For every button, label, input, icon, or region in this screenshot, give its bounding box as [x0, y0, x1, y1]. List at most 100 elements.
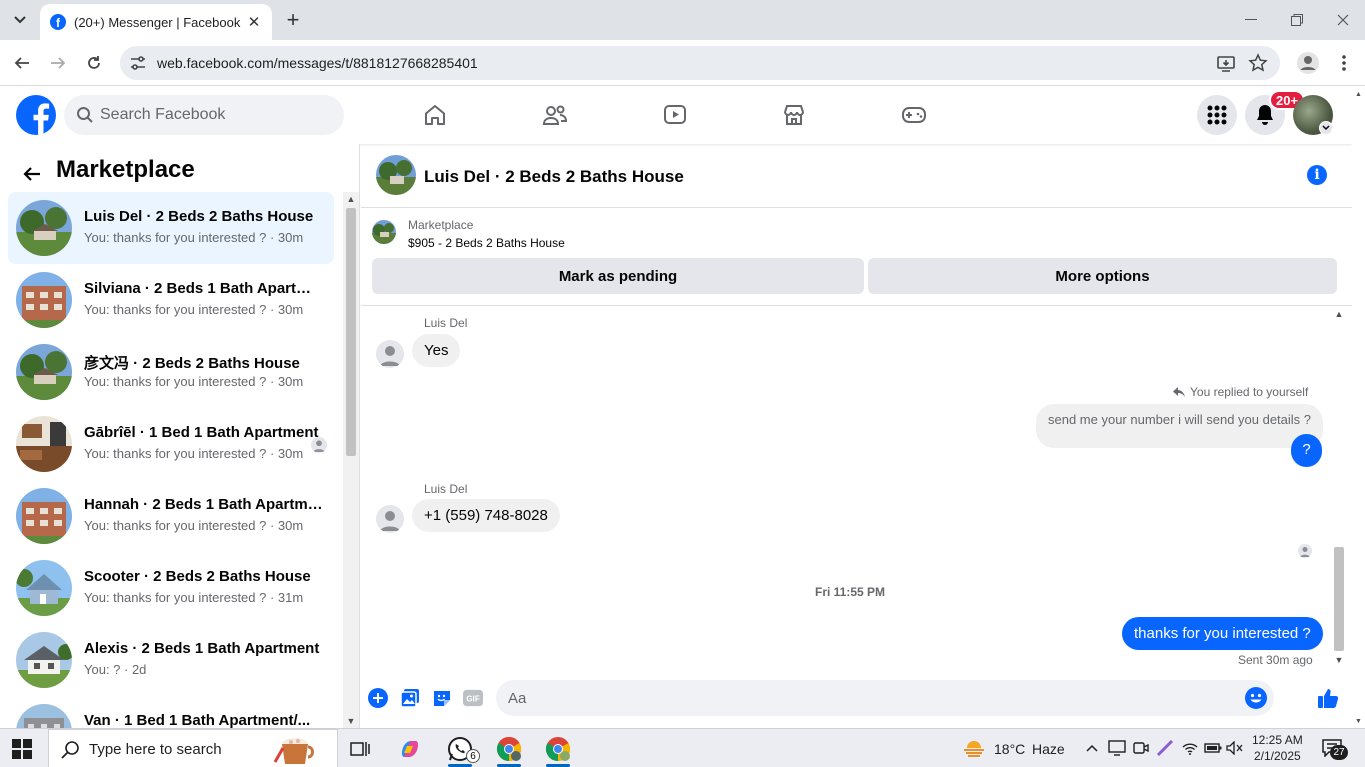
pen-feather-icon[interactable] — [1156, 739, 1174, 757]
close-window-icon[interactable] — [1329, 8, 1357, 32]
whatsapp-app-icon[interactable]: 6 — [442, 733, 480, 767]
nav-gaming[interactable] — [859, 87, 969, 143]
scroll-down-arrow-icon[interactable]: ▼ — [1352, 714, 1365, 728]
message-composer: GIF — [361, 672, 1352, 724]
back-arrow-icon[interactable] — [18, 160, 46, 188]
windows-start-icon[interactable] — [12, 739, 32, 759]
show-hidden-icons-chevron-up-icon[interactable] — [1083, 739, 1101, 757]
gif-icon[interactable]: GIF — [463, 688, 483, 708]
listing-thumbnail[interactable] — [372, 220, 396, 244]
thumbs-up-like-icon[interactable] — [1316, 686, 1340, 710]
facebook-search-box[interactable] — [64, 95, 344, 135]
nav-home[interactable] — [380, 87, 490, 143]
message-thread-scrollbar[interactable]: ▲ ▼ — [1331, 307, 1347, 667]
system-clock[interactable]: 12:25 AM 2/1/2025 — [1252, 732, 1303, 764]
sender-avatar[interactable] — [376, 505, 404, 533]
attach-photo-icon[interactable] — [400, 688, 420, 708]
install-app-icon[interactable] — [1216, 53, 1236, 73]
new-tab-plus-icon[interactable]: + — [282, 7, 304, 32]
listing-thumbnail — [16, 200, 72, 256]
chat-contact-avatar[interactable] — [376, 155, 416, 195]
restore-window-icon[interactable] — [1283, 8, 1311, 32]
bookmark-star-icon[interactable] — [1248, 53, 1268, 73]
notification-center-button[interactable]: 27 — [1322, 738, 1350, 760]
back-arrow-icon[interactable] — [10, 51, 34, 75]
weather-haze-icon[interactable] — [962, 739, 986, 757]
scroll-down-arrow-icon[interactable]: ▼ — [343, 714, 359, 728]
nav-friends[interactable] — [500, 87, 610, 143]
scrollbar-thumb[interactable] — [1334, 547, 1344, 651]
weather-temperature[interactable]: 18°C — [994, 741, 1025, 757]
minimize-window-icon[interactable] — [1237, 8, 1265, 32]
conversation-item[interactable]: Scooter · 2 Beds 2 Baths House You: thank… — [8, 552, 334, 624]
listing-thumbnail — [16, 272, 72, 328]
chat-contact-name[interactable]: Luis Del · 2 Beds 2 Baths House — [424, 167, 684, 187]
task-view-icon[interactable] — [342, 733, 378, 765]
volume-muted-icon[interactable] — [1226, 739, 1244, 757]
mark-as-pending-button[interactable]: Mark as pending — [372, 258, 864, 294]
address-bar[interactable]: web.facebook.com/messages/t/881812766828… — [120, 46, 1280, 80]
add-attachment-plus-icon[interactable] — [368, 688, 388, 708]
browser-tab-messenger[interactable]: f (20+) Messenger | Facebook ✕ — [40, 4, 272, 40]
conversation-title: Silviana · 2 Beds 1 Bath Apartment — [84, 280, 324, 297]
conversation-title: Gābrîēl · 1 Bed 1 Bath Apartment — [84, 424, 319, 441]
browser-menu-dots-icon[interactable] — [1332, 51, 1356, 75]
conversation-preview: You: thanks for you interested ? · 30m — [84, 302, 304, 317]
incoming-message-bubble[interactable]: +1 (559) 748-8028 — [412, 499, 560, 532]
scroll-down-arrow-icon[interactable]: ▼ — [1331, 653, 1347, 667]
conversation-preview: You: thanks for you interested ? · 30m — [84, 446, 304, 461]
scrollbar-thumb[interactable] — [346, 208, 356, 456]
tab-search-chevron-icon[interactable] — [6, 8, 34, 32]
emoji-smiley-icon[interactable] — [1245, 687, 1267, 709]
chrome-app-icon[interactable] — [540, 733, 576, 767]
more-options-button[interactable]: More options — [868, 258, 1337, 294]
conversation-item[interactable]: 彦文冯 · 2 Beds 2 Baths House You: thanks fo… — [8, 336, 334, 408]
message-input-box[interactable] — [496, 680, 1274, 716]
conversation-info-icon[interactable]: i — [1307, 165, 1327, 185]
conversation-item[interactable]: Hannah · 2 Beds 1 Bath Apartment You: tha… — [8, 480, 334, 552]
chrome-profile-app-icon[interactable] — [491, 733, 527, 767]
nav-marketplace[interactable] — [739, 87, 849, 143]
menu-grid-button[interactable] — [1197, 95, 1237, 135]
browser-profile-icon[interactable] — [1296, 51, 1320, 75]
scroll-up-arrow-icon[interactable]: ▲ — [1352, 87, 1365, 101]
display-icon[interactable] — [1108, 739, 1126, 757]
tab-close-icon[interactable]: ✕ — [246, 14, 262, 31]
scroll-up-arrow-icon[interactable]: ▲ — [1331, 307, 1347, 321]
wifi-icon[interactable] — [1181, 739, 1199, 757]
battery-icon[interactable] — [1204, 739, 1222, 757]
forward-arrow-icon[interactable] — [46, 51, 70, 75]
copilot-icon[interactable] — [392, 733, 428, 765]
outgoing-message-bubble[interactable]: ? — [1291, 434, 1322, 467]
camera-icon[interactable] — [1132, 739, 1150, 757]
sent-status: Sent 30m ago — [1238, 653, 1313, 667]
conversation-title: Van · 1 Bed 1 Bath Apartment/... — [84, 712, 311, 728]
facebook-logo-icon[interactable] — [16, 95, 56, 135]
reload-icon[interactable] — [82, 51, 106, 75]
site-info-tune-icon[interactable] — [128, 53, 148, 73]
conversation-preview: You: thanks for you interested ? · 31m — [84, 590, 304, 605]
seen-receipt-avatar-icon — [1298, 544, 1312, 558]
scroll-up-arrow-icon[interactable]: ▲ — [343, 192, 359, 206]
conversation-item[interactable]: Van · 1 Bed 1 Bath Apartment/... — [8, 696, 334, 728]
facebook-search-input[interactable] — [100, 95, 330, 135]
conversation-list-scrollbar[interactable]: ▲ ▼ — [343, 192, 359, 728]
incoming-message-bubble[interactable]: Yes — [412, 334, 461, 367]
sender-avatar[interactable] — [376, 340, 404, 368]
seen-receipt-avatar-icon — [311, 437, 327, 453]
message-input[interactable] — [508, 680, 1248, 716]
conversation-item[interactable]: Alexis · 2 Beds 1 Bath Apartment You: ? ·… — [8, 624, 334, 696]
marketplace-listing-card: Marketplace $905 - 2 Beds 2 Baths House … — [361, 208, 1352, 306]
conversation-item[interactable]: Silviana · 2 Beds 1 Bath Apartment You: t… — [8, 264, 334, 336]
conversation-item[interactable]: Luis Del · 2 Beds 2 Baths House You: than… — [8, 192, 334, 264]
quoted-reply-bubble[interactable]: send me your number i will send you deta… — [1036, 404, 1324, 448]
conversation-item[interactable]: Gābrîēl · 1 Bed 1 Bath Apartment You: tha… — [8, 408, 334, 480]
nav-video[interactable] — [620, 87, 730, 143]
outgoing-message-bubble[interactable]: thanks for you interested ? — [1122, 617, 1323, 650]
page-scrollbar[interactable]: ▲ ▼ — [1352, 87, 1365, 728]
taskbar-search-box[interactable]: Type here to search — [48, 729, 338, 767]
account-chevron-down-icon[interactable] — [1319, 121, 1333, 135]
listing-title[interactable]: $905 - 2 Beds 2 Baths House — [408, 236, 565, 250]
weather-description[interactable]: Haze — [1032, 741, 1065, 757]
sticker-icon[interactable] — [432, 688, 452, 708]
